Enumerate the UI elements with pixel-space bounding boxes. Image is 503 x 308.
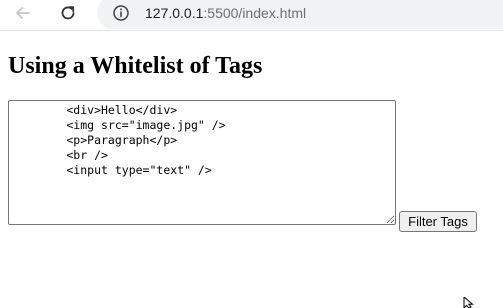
page-title: Using a Whitelist of Tags <box>8 53 263 79</box>
mouse-cursor-icon <box>463 297 474 308</box>
url-host: 127.0.0.1 <box>145 5 204 21</box>
url-text[interactable]: 127.0.0.1:5500/index.html <box>145 5 306 21</box>
url-path: :5500/index.html <box>203 5 307 21</box>
filter-tags-button[interactable]: Filter Tags <box>399 211 477 232</box>
reload-icon <box>61 6 75 20</box>
reload-button[interactable] <box>55 2 81 24</box>
address-bar[interactable]: 127.0.0.1:5500/index.html <box>97 0 503 29</box>
info-icon[interactable] <box>112 4 130 22</box>
tags-input-textarea[interactable] <box>8 100 396 225</box>
browser-toolbar: 127.0.0.1:5500/index.html <box>0 0 503 31</box>
back-button[interactable] <box>10 2 36 24</box>
back-arrow-icon <box>16 7 30 19</box>
